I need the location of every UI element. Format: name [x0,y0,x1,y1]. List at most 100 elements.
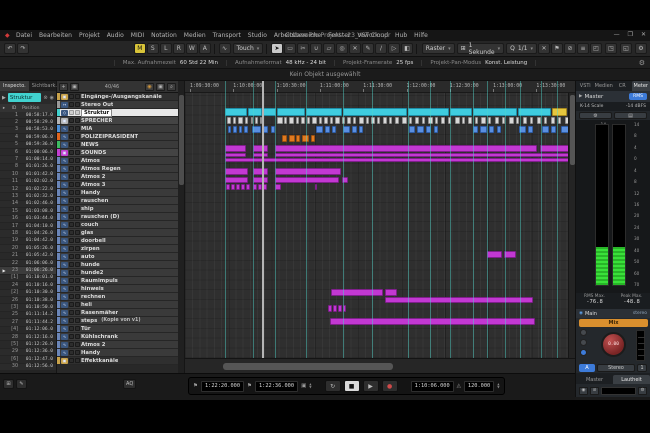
audio-event[interactable] [488,117,491,124]
menu-transport[interactable]: Transport [213,32,241,39]
audio-event[interactable] [343,108,407,116]
menu-midi[interactable]: MIDI [131,32,144,39]
audio-event[interactable] [473,108,517,116]
inspector-section-header[interactable]: ▶ Struktur ⊗ ◉ [0,91,56,104]
audio-event[interactable] [352,126,357,133]
audio-event[interactable] [481,117,486,124]
add-track-button[interactable]: + [59,83,68,91]
solo-button[interactable] [75,334,80,339]
track-name[interactable]: Handy [81,350,100,356]
mute-button[interactable] [69,254,74,259]
marker-row[interactable]: 300:58:53.0 [0,127,56,134]
solo-button[interactable] [75,230,80,235]
audio-event[interactable] [328,305,332,312]
audio-event[interactable] [227,117,231,124]
track-row-stereo-out[interactable]: ↦Stereo Out [57,101,178,109]
track-name[interactable]: hinweis [81,286,104,292]
audio-event[interactable] [253,153,268,157]
meter-tab-master[interactable]: Master [576,375,613,384]
audio-event[interactable] [383,117,387,124]
track-row-heli[interactable]: ∿heli [57,301,178,309]
track-name[interactable]: Struktur [81,109,112,117]
grid-type-dropdown[interactable]: ⊞ 1 Sekunde ▾ [457,43,504,54]
track-name[interactable]: Atmos 2 [81,342,105,348]
mute-button[interactable] [69,278,74,283]
audio-event[interactable] [332,126,336,133]
solo-button[interactable] [75,286,80,291]
meter-options-button[interactable]: ▤ [614,112,647,119]
marker-row[interactable]: 2001:05:26.0 [0,245,56,252]
mute-button[interactable] [69,94,74,99]
marker-row[interactable]: 2401:10:16.0 [0,282,56,289]
track-name[interactable]: SPRECHER [81,118,112,124]
draw-toggle-button[interactable]: ✎ [16,379,27,389]
audio-event[interactable] [307,117,310,124]
marker-row[interactable]: 1201:02:22.0 [0,186,56,193]
mute-button[interactable] [69,126,74,131]
solo-button[interactable] [75,206,80,211]
status-field-max-aufnahmezeit[interactable]: Max. Aufnahmezeit60 Std 22 Min [114,60,227,66]
tool-button-7[interactable]: ✎ [362,43,374,54]
audio-event[interactable] [402,117,407,124]
solo-button[interactable] [75,102,80,107]
audio-event[interactable] [275,177,339,183]
audio-event[interactable] [409,117,412,124]
audio-event[interactable] [253,168,268,175]
track-row-raumimpuls[interactable]: ∿Raumimpuls [57,277,178,285]
audio-event[interactable] [509,117,514,124]
tool-button-8[interactable]: ∕ [375,43,387,54]
audio-event[interactable] [236,184,240,190]
tool-button-4[interactable]: ▱ [323,43,335,54]
track-name[interactable]: doorbell [81,238,106,244]
track-name[interactable]: Atmos Regen [81,166,121,172]
audio-event[interactable] [226,184,230,190]
track-name[interactable]: Stereo Out [81,102,113,108]
right-tab-meter[interactable]: Meter [632,81,650,91]
track-row-sprecher[interactable]: ▣SPRECHER [57,117,178,125]
marker-row[interactable]: [2]01:10:30.0 [0,290,56,297]
audio-event[interactable] [331,289,383,296]
right-tab-vsti[interactable]: VSTi [576,81,595,91]
audio-event[interactable] [289,117,294,124]
solo-button[interactable] [75,94,80,99]
menu-medien[interactable]: Medien [184,32,206,39]
meter-mode-button[interactable]: RMS [629,93,647,100]
audio-event[interactable] [248,108,262,116]
audio-event[interactable] [225,168,248,175]
marker-id-column[interactable]: ID [8,106,20,111]
marker-row[interactable]: 801:01:26.0 [0,164,56,171]
audio-event[interactable] [275,168,341,175]
status-field-aufnahmeformat[interactable]: Aufnahmeformat48 kHz - 24 bit [227,60,335,66]
solo-button[interactable] [75,150,80,155]
tool-button-0[interactable]: ➤ [271,43,283,54]
marker-row[interactable]: 3001:12:56.0 [0,364,56,371]
audio-event[interactable] [552,108,567,116]
mute-button[interactable] [69,134,74,139]
mute-button[interactable] [69,302,74,307]
audio-event[interactable] [417,126,424,133]
solo-button[interactable] [75,158,80,163]
track-row-eing-nge-ausgangskan-le[interactable]: ▣Eingänge-/Ausgangskanäle [57,93,178,101]
speaker-config-button[interactable]: 1 [637,364,647,372]
right-tab-cr[interactable]: CR [613,81,632,91]
track-name[interactable]: Atmos 3 [81,182,105,188]
solo-button[interactable] [75,318,80,323]
solo-button[interactable] [75,358,80,363]
play-button[interactable]: ▶ [363,380,379,392]
audio-event[interactable] [324,117,328,124]
audio-event[interactable] [253,145,268,152]
mute-button[interactable] [69,198,74,203]
track-row-atmos[interactable]: ∿Atmos [57,157,178,165]
audio-event[interactable] [306,108,342,116]
track-row-zirpen[interactable]: ∿zirpen [57,245,178,253]
tool-button-6[interactable]: ✕ [349,43,361,54]
marker-row[interactable]: 2101:05:42.0 [0,253,56,260]
audio-event[interactable] [409,126,415,133]
mute-button[interactable] [69,142,74,147]
tempo-display[interactable]: 120.000 [464,381,494,392]
marker-row[interactable]: 100:58:17.0 [0,112,56,119]
mute-button[interactable] [69,262,74,267]
audio-event[interactable] [315,184,317,190]
window-layout-icon-0[interactable]: ◰ [590,43,602,54]
audio-event[interactable] [275,153,575,157]
